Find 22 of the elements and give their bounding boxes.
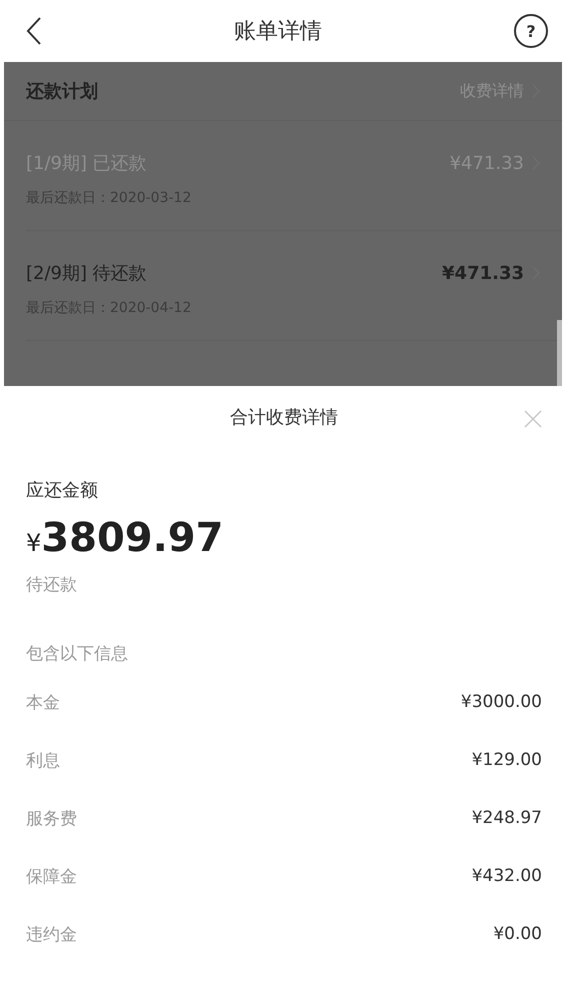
scrollbar [557, 320, 562, 386]
fee-value: ¥129.00 [472, 750, 542, 770]
fee-value: ¥3000.00 [460, 692, 542, 712]
fee-label: 违约金 [26, 924, 77, 946]
installment-label: [2/9期] 待还款 [26, 262, 148, 285]
fee-label: 利息 [26, 750, 60, 772]
help-button[interactable]: ? [514, 14, 548, 48]
back-icon[interactable] [26, 16, 42, 46]
page-title: 账单详情 [234, 18, 322, 46]
total-amount: ¥3809.97 [26, 514, 224, 563]
section-label: 包含以下信息 [26, 643, 129, 665]
installment-amount: ¥471.33 [442, 262, 524, 284]
status-text: 待还款 [26, 574, 78, 596]
sheet-title: 合计收费详情 [230, 406, 338, 429]
fee-label: 服务费 [26, 808, 77, 830]
amount-label: 应还金额 [26, 479, 99, 502]
fee-value: ¥0.00 [493, 924, 542, 944]
fee-label: 本金 [26, 692, 60, 714]
fee-value: ¥248.97 [472, 808, 542, 828]
fee-label: 保障金 [26, 866, 77, 888]
section-title: 还款计划 [26, 80, 99, 103]
fee-value: ¥432.00 [472, 866, 542, 886]
